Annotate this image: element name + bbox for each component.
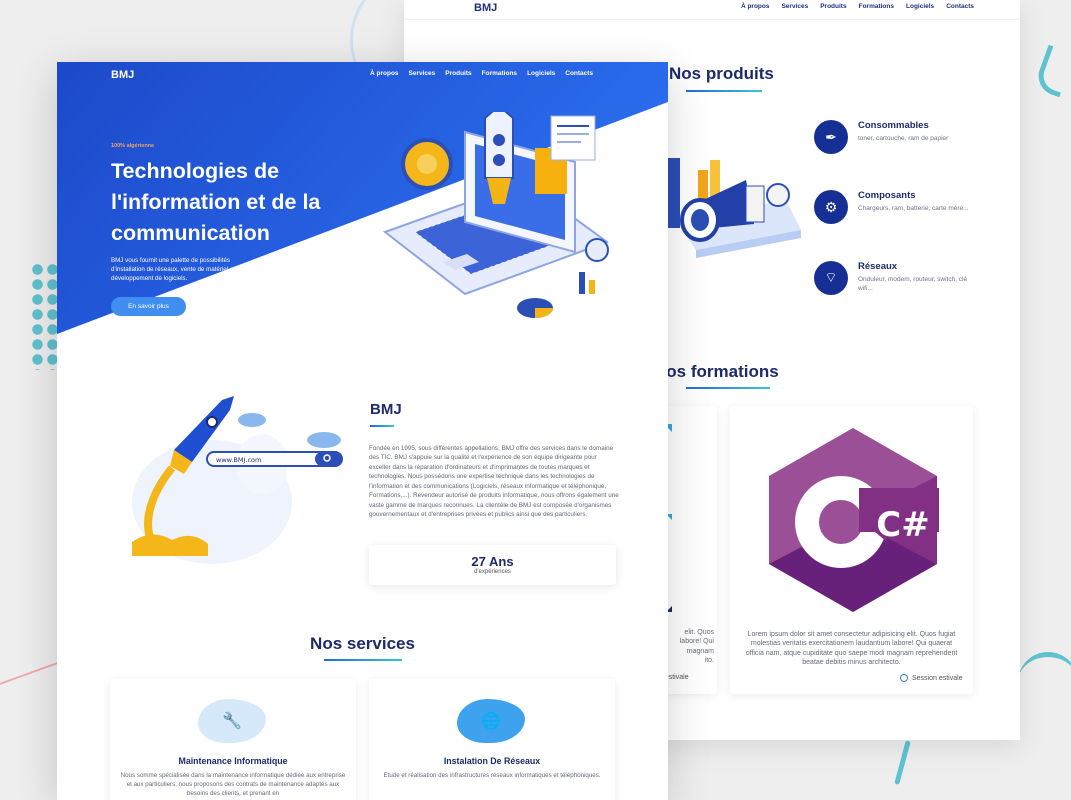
site-logo[interactable]: BMJ [111, 69, 134, 81]
products-title-underline [686, 90, 762, 92]
front-page-mockup: BMJ À propos Services Produits Formation… [57, 62, 668, 800]
experience-years: 27 Ans [471, 554, 514, 569]
clock-icon [900, 674, 908, 682]
nav-contacts[interactable]: Contacts [565, 70, 593, 77]
training-session: Session estivale [900, 674, 963, 682]
service-title: Instalation De Réseaux [443, 756, 541, 766]
ink-icon: ✒ [814, 120, 848, 154]
services-title: Nos services [310, 634, 415, 653]
hero-section: BMJ À propos Services Produits Formation… [57, 62, 668, 362]
service-title: Maintenance Informatique [178, 756, 288, 766]
back-navbar: BMJ À propos Services Produits Formation… [404, 0, 1020, 20]
nav-services[interactable]: Services [409, 70, 436, 77]
back-nav-products[interactable]: Produits [820, 3, 846, 10]
decorative-curl [1032, 44, 1071, 98]
decorative-line [894, 740, 911, 785]
product-title: Consommables [858, 120, 929, 131]
megaphone-illustration [666, 158, 801, 258]
back-nav-software[interactable]: Logiciels [906, 3, 934, 10]
decorative-zigzag [0, 661, 60, 713]
hero-description: BMJ vous fournit une palette de possibil… [111, 257, 235, 282]
nav-trainings[interactable]: Formations [482, 70, 517, 77]
about-title-underline [370, 425, 394, 427]
product-desc: Onduleur, modem, routeur, switch, clé wi… [858, 276, 968, 293]
back-nav-contacts[interactable]: Contacts [946, 3, 974, 10]
product-desc: Chargeurs, ram, batterie, carte mère... [858, 205, 969, 212]
back-logo[interactable]: BMJ [474, 2, 497, 14]
wifi-icon: ⌔ [814, 261, 848, 295]
product-title: Composants [858, 190, 916, 201]
product-desc: toner, cartouche, ram de papier [858, 135, 949, 142]
service-desc: Etude et réalisation des infrastructures… [383, 772, 601, 779]
rocket-search-illustration: www.BMJ.com [132, 396, 343, 564]
decorative-curl [1018, 652, 1071, 682]
service-card[interactable]: 🔧 Maintenance Informatique Nous somme sp… [110, 679, 356, 800]
back-nav-about[interactable]: À propos [741, 3, 770, 10]
service-card[interactable]: 🌐 Instalation De Réseaux Etude et réalis… [369, 679, 615, 800]
back-nav-menu: À propos Services Produits Formations Lo… [741, 3, 974, 10]
product-title: Réseaux [858, 261, 898, 272]
main-nav: À propos Services Produits Formations Lo… [370, 70, 593, 77]
csharp-logo: C# [769, 428, 939, 612]
globe-icon: 🌐 [457, 699, 525, 743]
products-title: Nos produits [669, 64, 774, 83]
decorative-dots [30, 262, 60, 370]
csharp-logo-text: C# [876, 505, 929, 545]
session-label: Session estivale [912, 674, 963, 682]
back-nav-trainings[interactable]: Formations [859, 3, 894, 10]
nav-products[interactable]: Produits [445, 70, 471, 77]
experience-badge: 27 Ans d'expériences [369, 545, 616, 585]
learn-more-button[interactable]: En savoir plus [111, 297, 186, 316]
trainings-title: Nos formations [654, 362, 779, 381]
back-nav-services[interactable]: Services [781, 3, 808, 10]
about-title: BMJ [370, 401, 402, 418]
wrench-icon: 🔧 [198, 699, 266, 743]
search-url-text: www.BMJ.com [216, 456, 261, 464]
nav-software[interactable]: Logiciels [527, 70, 555, 77]
service-desc: Nous somme spécialisée dans la maintenan… [120, 772, 346, 797]
services-title-underline [324, 659, 402, 661]
hero-tagline: 100% algérienne [111, 143, 155, 149]
nav-about[interactable]: À propos [370, 70, 399, 77]
training-card-text: Lorem ipsum dolor sit amet consectetur a… [745, 631, 958, 667]
about-description: Fondée en 1995, sous différentes appella… [369, 445, 619, 519]
training-card-csharp[interactable]: C# Lorem ipsum dolor sit amet consectetu… [730, 406, 973, 694]
experience-label: d'expériences [474, 569, 511, 575]
trainings-title-underline [686, 387, 770, 389]
hero-title: Technologies de l'information et de la c… [111, 159, 321, 245]
laptop-rocket-illustration [382, 112, 610, 318]
gear-icon: ⚙ [814, 190, 848, 224]
